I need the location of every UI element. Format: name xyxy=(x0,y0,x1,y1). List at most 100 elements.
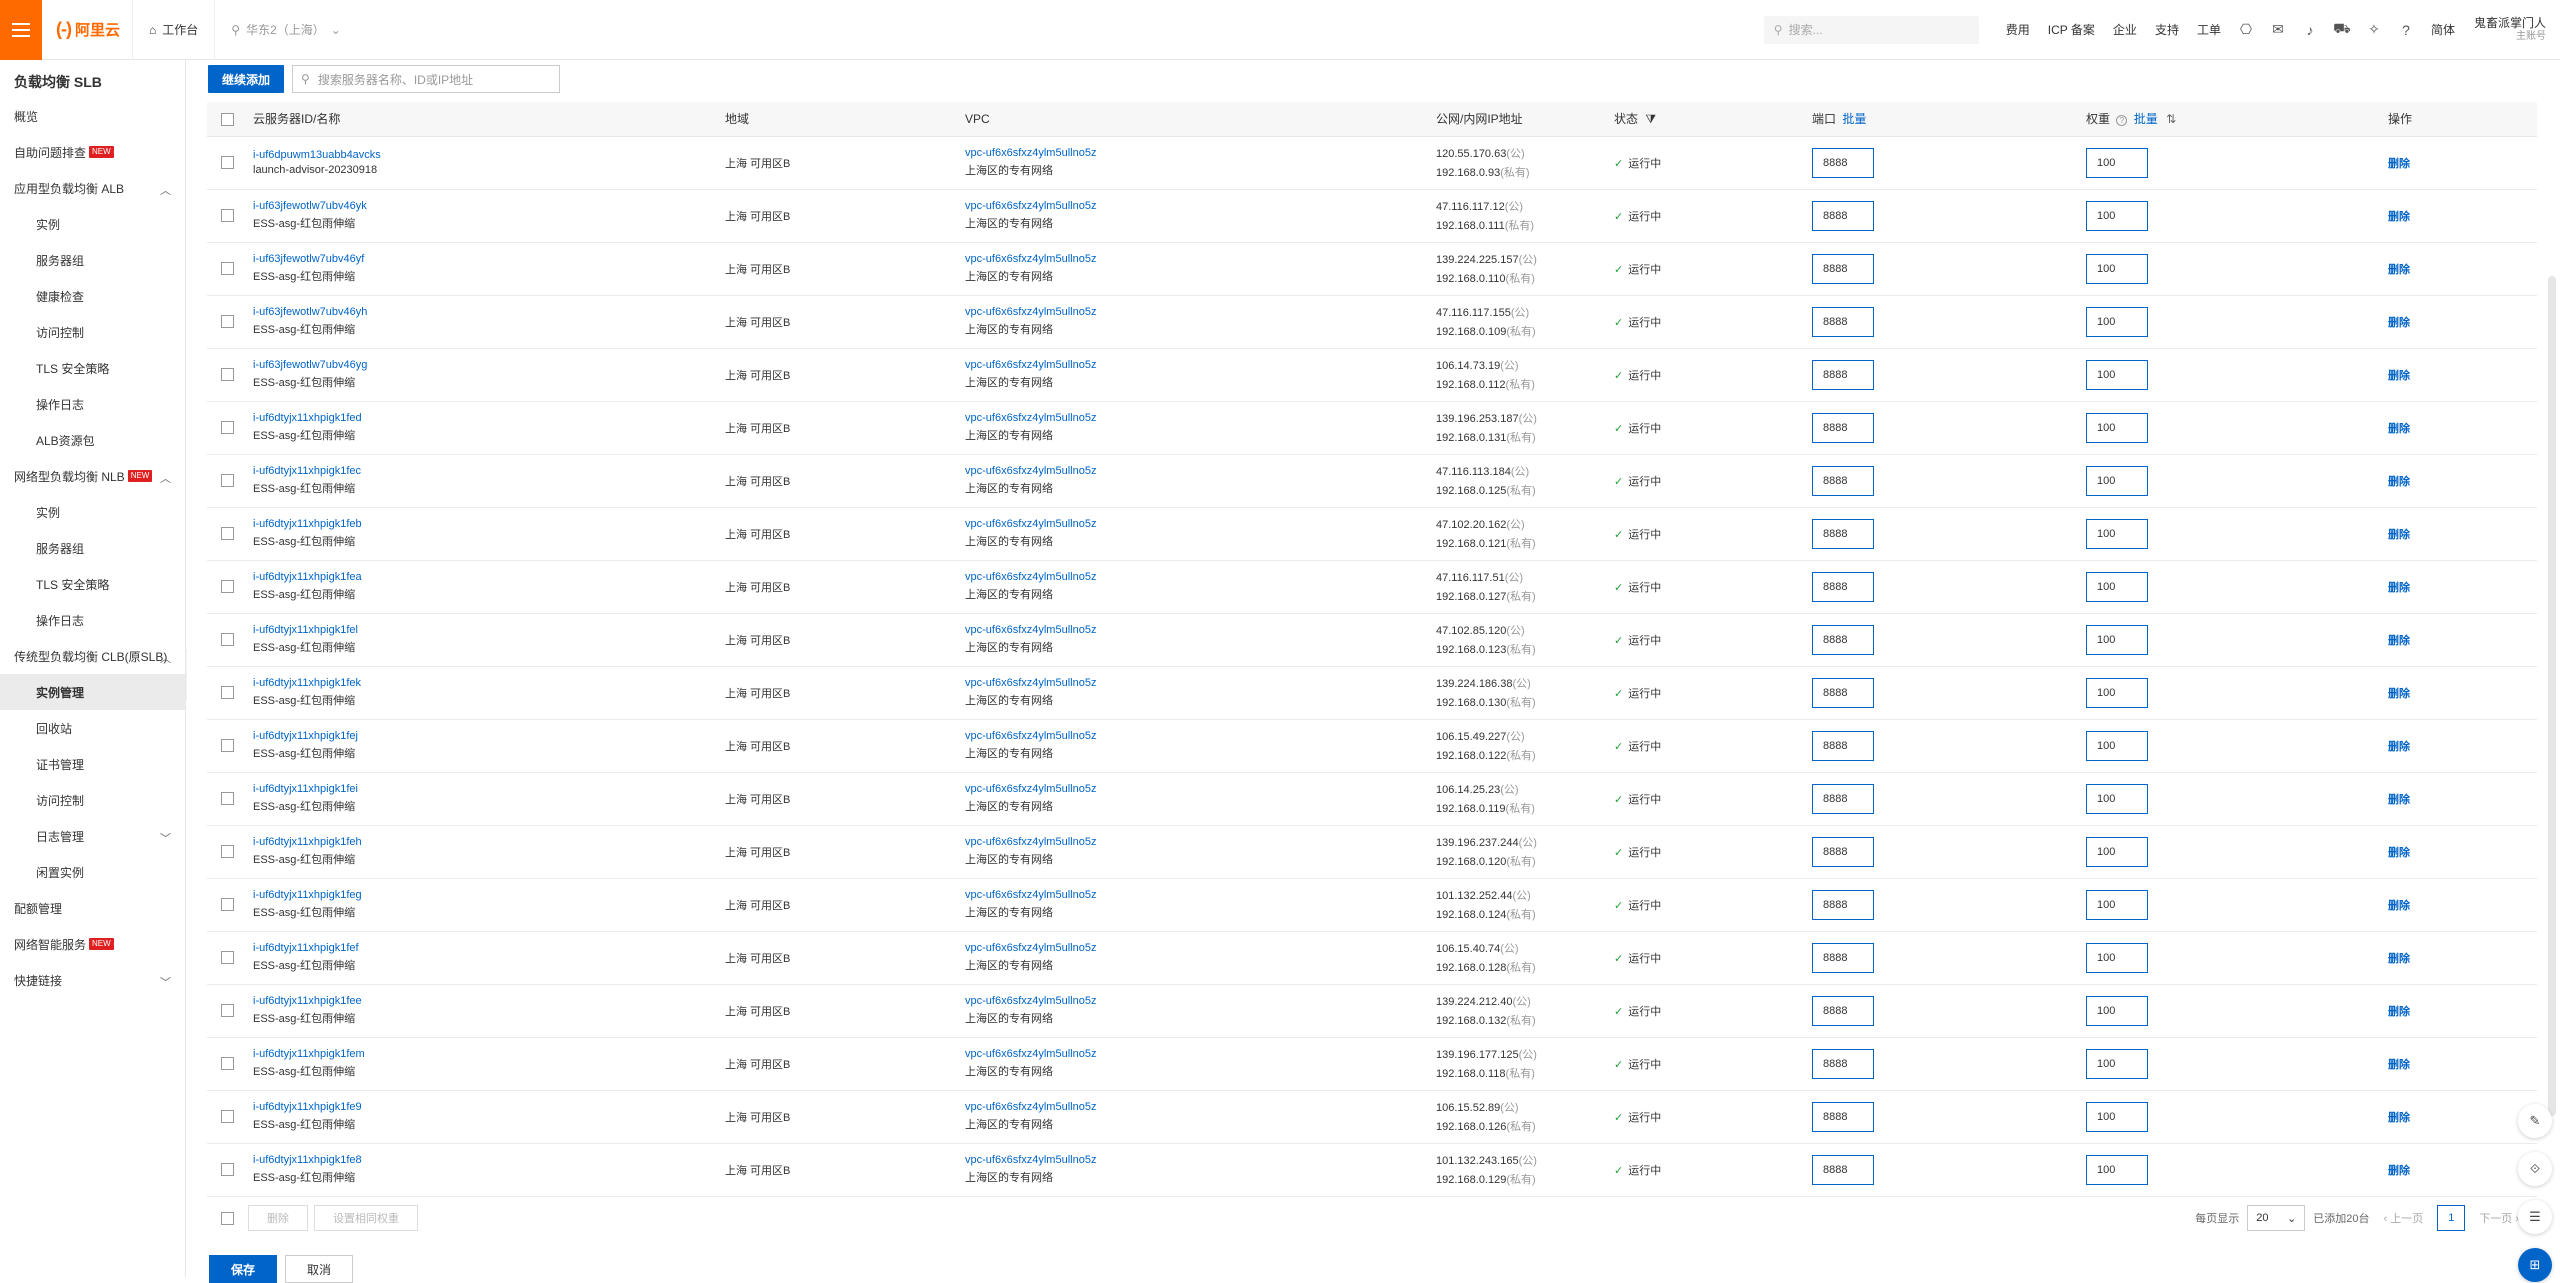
delete-link[interactable]: 删除 xyxy=(2388,794,2410,806)
vpc-link[interactable]: vpc-uf6x6sfxz4ylm5ullno5z xyxy=(965,624,1436,636)
delete-link[interactable]: 删除 xyxy=(2388,847,2410,859)
cancel-button[interactable]: 取消 xyxy=(285,1255,353,1283)
delete-link[interactable]: 删除 xyxy=(2388,158,2410,170)
sidebar-item[interactable]: 服务器组 xyxy=(0,242,185,278)
sidebar-item[interactable]: 回收站 xyxy=(0,710,185,746)
page-number-button[interactable]: 1 xyxy=(2437,1205,2466,1231)
sidebar-item[interactable]: 实例 xyxy=(0,494,185,530)
instance-id-link[interactable]: i-uf63jfewotlw7ubv46yh xyxy=(253,306,725,318)
delete-link[interactable]: 删除 xyxy=(2388,1165,2410,1177)
row-checkbox[interactable] xyxy=(221,474,234,487)
port-input[interactable]: 8888 xyxy=(1812,518,1874,549)
aliyun-logo[interactable]: (-) 阿里云 xyxy=(42,0,133,60)
instance-id-link[interactable]: i-uf6dtyjx11xhpigk1feg xyxy=(253,889,725,901)
row-checkbox[interactable] xyxy=(221,315,234,328)
vpc-link[interactable]: vpc-uf6x6sfxz4ylm5ullno5z xyxy=(965,836,1436,848)
user-menu[interactable]: 鬼畜派掌门人 主账号 xyxy=(2464,16,2560,44)
instance-id-link[interactable]: i-uf6dpuwm13uabb4avcks xyxy=(253,149,725,161)
weight-batch-link[interactable]: 批量 xyxy=(2134,112,2158,126)
port-input[interactable]: 8888 xyxy=(1812,1101,1874,1132)
weight-input[interactable]: 100 xyxy=(2086,1101,2148,1132)
language-switch[interactable]: 简体 xyxy=(2422,21,2464,38)
sort-icon[interactable]: ⇅ xyxy=(2166,112,2176,126)
batch-delete-button[interactable]: 删除 xyxy=(248,1205,308,1231)
sidebar-item[interactable]: 访问控制 xyxy=(0,782,185,818)
sidebar-item[interactable]: 实例 xyxy=(0,206,185,242)
sidebar-item[interactable]: 配额管理 xyxy=(0,890,185,926)
row-checkbox[interactable] xyxy=(221,156,234,169)
region-selector[interactable]: ⚲ 华东2（上海） ⌄ xyxy=(214,0,357,60)
instance-id-link[interactable]: i-uf6dtyjx11xhpigk1fea xyxy=(253,571,725,583)
port-input[interactable]: 8888 xyxy=(1812,995,1874,1026)
delete-link[interactable]: 删除 xyxy=(2388,476,2410,488)
sidebar-item[interactable]: 自助问题排查 NEW xyxy=(0,134,185,170)
sidebar-item[interactable]: 操作日志 xyxy=(0,386,185,422)
add-more-button[interactable]: 继续添加 xyxy=(208,65,285,93)
weight-input[interactable]: 100 xyxy=(2086,253,2148,284)
weight-input[interactable]: 100 xyxy=(2086,1154,2148,1185)
prev-page-button[interactable]: ‹ 上一页 xyxy=(2378,1210,2430,1226)
help-icon[interactable]: ? xyxy=(2390,0,2422,60)
instance-id-link[interactable]: i-uf6dtyjx11xhpigk1fed xyxy=(253,412,725,424)
port-input[interactable]: 8888 xyxy=(1812,359,1874,390)
cart-icon[interactable]: ⛟ xyxy=(2326,0,2358,60)
row-checkbox[interactable] xyxy=(221,739,234,752)
weight-input[interactable]: 100 xyxy=(2086,1048,2148,1079)
sidebar-item[interactable]: ALB资源包 xyxy=(0,422,185,458)
port-input[interactable]: 8888 xyxy=(1812,836,1874,867)
port-input[interactable]: 8888 xyxy=(1812,889,1874,920)
instance-id-link[interactable]: i-uf6dtyjx11xhpigk1fe9 xyxy=(253,1101,725,1113)
instance-id-link[interactable]: i-uf6dtyjx11xhpigk1fe8 xyxy=(253,1154,725,1166)
row-checkbox[interactable] xyxy=(221,792,234,805)
vpc-link[interactable]: vpc-uf6x6sfxz4ylm5ullno5z xyxy=(965,465,1436,477)
vpc-link[interactable]: vpc-uf6x6sfxz4ylm5ullno5z xyxy=(965,889,1436,901)
lightbulb-icon[interactable]: ✧ xyxy=(2358,0,2390,60)
vpc-link[interactable]: vpc-uf6x6sfxz4ylm5ullno5z xyxy=(965,571,1436,583)
sidebar-item[interactable]: 网络型负载均衡 NLB NEW ︿ xyxy=(0,458,185,494)
delete-link[interactable]: 删除 xyxy=(2388,264,2410,276)
port-input[interactable]: 8888 xyxy=(1812,200,1874,231)
help-icon[interactable]: ? xyxy=(2116,114,2128,126)
port-input[interactable]: 8888 xyxy=(1812,306,1874,337)
select-all-checkbox[interactable] xyxy=(221,112,234,126)
vpc-link[interactable]: vpc-uf6x6sfxz4ylm5ullno5z xyxy=(965,147,1436,159)
vpc-link[interactable]: vpc-uf6x6sfxz4ylm5ullno5z xyxy=(965,995,1436,1007)
sidebar-item[interactable]: 服务器组 xyxy=(0,530,185,566)
port-input[interactable]: 8888 xyxy=(1812,1048,1874,1079)
port-input[interactable]: 8888 xyxy=(1812,677,1874,708)
vpc-link[interactable]: vpc-uf6x6sfxz4ylm5ullno5z xyxy=(965,200,1436,212)
port-input[interactable]: 8888 xyxy=(1812,412,1874,443)
topbar-link-icp[interactable]: ICP 备案 xyxy=(2039,21,2104,38)
delete-link[interactable]: 删除 xyxy=(2388,211,2410,223)
row-checkbox[interactable] xyxy=(221,209,234,222)
port-input[interactable]: 8888 xyxy=(1812,942,1874,973)
chat-icon[interactable]: ☰ xyxy=(2518,1200,2552,1234)
delete-link[interactable]: 删除 xyxy=(2388,582,2410,594)
row-checkbox[interactable] xyxy=(221,262,234,275)
cloud-shell-icon[interactable]: ⎔ xyxy=(2230,0,2262,60)
weight-input[interactable]: 100 xyxy=(2086,147,2148,178)
page-size-select[interactable]: 20 ⌄ xyxy=(2247,1205,2306,1231)
topbar-link-ticket[interactable]: 工单 xyxy=(2188,21,2230,38)
port-input[interactable]: 8888 xyxy=(1812,571,1874,602)
instance-id-link[interactable]: i-uf6dtyjx11xhpigk1fej xyxy=(253,730,725,742)
bell-icon[interactable]: ♪ xyxy=(2294,0,2326,60)
delete-link[interactable]: 删除 xyxy=(2388,900,2410,912)
row-checkbox[interactable] xyxy=(221,527,234,540)
weight-input[interactable]: 100 xyxy=(2086,359,2148,390)
delete-link[interactable]: 删除 xyxy=(2388,953,2410,965)
row-checkbox[interactable] xyxy=(221,1163,234,1176)
message-icon[interactable]: ✉ xyxy=(2262,0,2294,60)
row-checkbox[interactable] xyxy=(221,633,234,646)
weight-input[interactable]: 100 xyxy=(2086,677,2148,708)
sidebar-item[interactable]: TLS 安全策略 xyxy=(0,350,185,386)
sidebar-item[interactable]: 访问控制 xyxy=(0,314,185,350)
port-input[interactable]: 8888 xyxy=(1812,147,1874,178)
sidebar-item[interactable]: 证书管理 xyxy=(0,746,185,782)
instance-id-link[interactable]: i-uf6dtyjx11xhpigk1feb xyxy=(253,518,725,530)
instance-id-link[interactable]: i-uf6dtyjx11xhpigk1fee xyxy=(253,995,725,1007)
filter-icon[interactable]: ⧩ xyxy=(1645,112,1656,126)
row-checkbox[interactable] xyxy=(221,1004,234,1017)
weight-input[interactable]: 100 xyxy=(2086,942,2148,973)
row-checkbox[interactable] xyxy=(221,1110,234,1123)
